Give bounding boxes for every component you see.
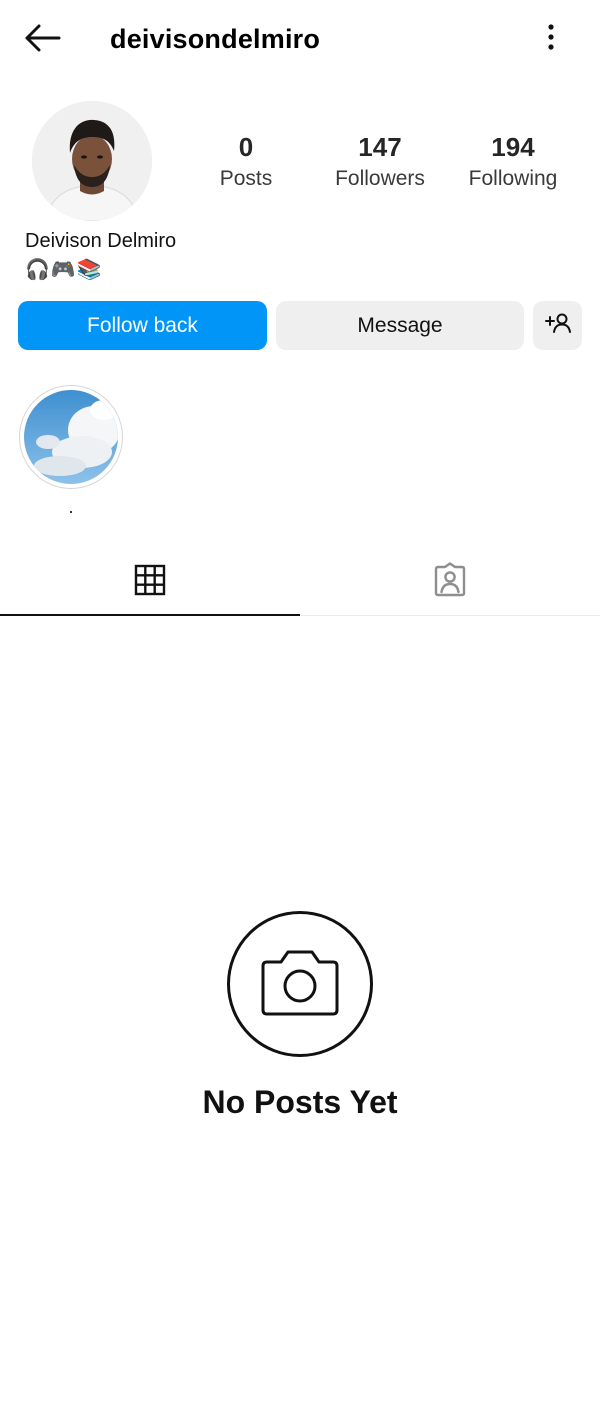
following-count[interactable]: 194 Following — [453, 130, 573, 194]
message-button[interactable]: Message — [276, 301, 524, 350]
profile-bio: 🎧 🎮 📚 — [25, 257, 102, 283]
bio-emoji-game-controller: 🎮 — [50, 259, 76, 281]
profile-username: deivisondelmiro — [110, 24, 321, 54]
following-count-value: 194 — [491, 132, 535, 162]
posts-count[interactable]: 0 Posts — [186, 130, 306, 194]
empty-state-title: No Posts Yet — [202, 1084, 398, 1120]
tab-tagged[interactable] — [300, 548, 600, 616]
posts-count-value: 0 — [238, 132, 254, 162]
followers-count[interactable]: 147 Followers — [320, 130, 440, 194]
camera-icon — [259, 946, 341, 1023]
empty-state-camera — [227, 911, 373, 1057]
back-button[interactable] — [18, 20, 66, 60]
followers-count-value: 147 — [358, 132, 402, 162]
profile-full-name: Deivison Delmiro — [25, 230, 177, 252]
grid-icon — [134, 564, 166, 601]
highlight-cover-image — [24, 390, 118, 484]
active-tab-indicator — [0, 614, 300, 616]
bio-emoji-books: 📚 — [76, 259, 102, 281]
tagged-person-icon — [432, 561, 468, 603]
back-arrow-icon — [23, 23, 61, 58]
story-highlight[interactable] — [19, 385, 123, 489]
follow-back-button[interactable]: Follow back — [18, 301, 267, 350]
highlight-label: . — [68, 497, 74, 517]
more-vertical-icon — [547, 23, 555, 56]
profile-avatar[interactable] — [32, 101, 152, 221]
add-person-icon — [544, 311, 572, 341]
suggested-users-button[interactable] — [533, 301, 582, 350]
followers-count-label: Followers — [335, 167, 425, 190]
more-options-button[interactable] — [530, 18, 572, 60]
bio-emoji-headphones: 🎧 — [25, 259, 50, 281]
posts-count-label: Posts — [219, 167, 273, 190]
following-count-label: Following — [468, 167, 558, 190]
tab-posts-grid[interactable] — [0, 548, 300, 616]
